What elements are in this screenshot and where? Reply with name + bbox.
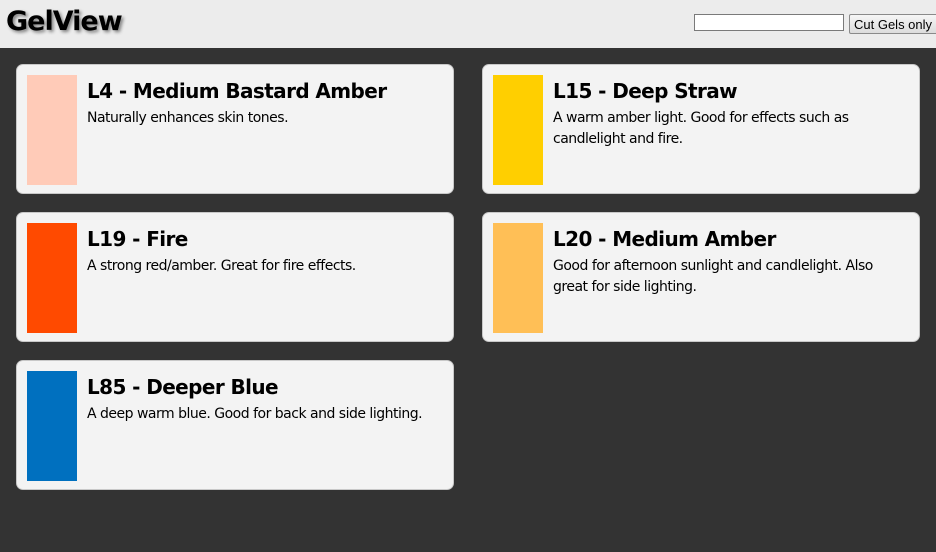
search-input[interactable] — [694, 14, 844, 31]
gel-color-swatch — [493, 223, 543, 333]
gel-name: L85 - Deeper Blue — [87, 375, 279, 399]
gel-card[interactable]: L85 - Deeper Blue A deep warm blue. Good… — [16, 360, 454, 490]
gel-card[interactable]: L20 - Medium Amber Good for afternoon su… — [482, 212, 920, 342]
gel-description: A warm amber light. Good for effects suc… — [553, 110, 849, 147]
gel-card[interactable]: L19 - Fire A strong red/amber. Great for… — [16, 212, 454, 342]
gel-name: L15 - Deep Straw — [553, 79, 738, 103]
gel-color-swatch — [27, 75, 77, 185]
gel-card[interactable]: L4 - Medium Bastard Amber Naturally enha… — [16, 64, 454, 194]
gel-grid: L4 - Medium Bastard Amber Naturally enha… — [16, 64, 922, 490]
app-header: GelView Cut Gels only — [0, 0, 936, 48]
gel-description: A strong red/amber. Great for fire effec… — [87, 258, 356, 274]
gel-description: A deep warm blue. Good for back and side… — [87, 406, 423, 422]
gel-description: Naturally enhances skin tones. — [87, 110, 289, 126]
cut-gels-only-button[interactable]: Cut Gels only — [849, 14, 936, 34]
gel-card[interactable]: L15 - Deep Straw A warm amber light. Goo… — [482, 64, 920, 194]
gel-color-swatch — [493, 75, 543, 185]
gel-name: L19 - Fire — [87, 227, 188, 251]
gel-name: L4 - Medium Bastard Amber — [87, 79, 387, 103]
app-title: GelView — [6, 6, 123, 37]
gel-description: Good for afternoon sunlight and candleli… — [553, 258, 873, 295]
gel-name: L20 - Medium Amber — [553, 227, 776, 251]
gel-color-swatch — [27, 371, 77, 481]
gel-color-swatch — [27, 223, 77, 333]
